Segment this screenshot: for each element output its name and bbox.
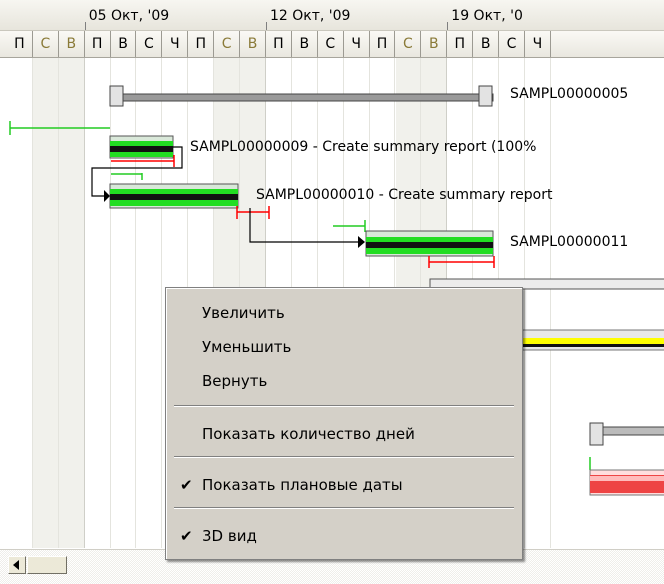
progress-indicator [9,121,110,135]
task-label: SAMPL00000011 [510,234,629,250]
task-bar-sampl11[interactable] [333,220,495,268]
task-bar-sampl10[interactable] [109,183,270,219]
task-label: SAMPL00000009 - Create summary report (1… [190,139,537,155]
menu-item-label: Показать плановые даты [202,476,403,494]
checkmark-icon: ✔ [180,527,193,545]
menu-item-show-planned-dates[interactable]: ✔ Показать плановые даты [166,470,522,500]
checkmark-icon: ✔ [180,476,193,494]
menu-item-3d-view[interactable]: ✔ 3D вид [166,521,522,551]
dependency-arrow [249,208,360,243]
menu-separator [174,405,514,407]
menu-item-label: Показать количество дней [202,425,415,443]
summary-bar-sampl05[interactable] [109,85,494,107]
scroll-left-button[interactable] [8,556,26,574]
arrow-head-icon [358,236,365,248]
menu-separator [174,456,514,458]
menu-item-label: Вернуть [202,372,268,390]
arrow-left-icon [13,560,19,570]
menu-item-zoom-out[interactable]: Уменьшить [166,332,522,362]
menu-item-label: Уменьшить [202,338,292,356]
task-bar-critical[interactable] [589,457,664,496]
task-label: SAMPL00000005 [510,86,629,102]
task-label: SAMPL00000010 - Create summary report [256,187,553,203]
task-bar-yellow[interactable] [514,329,664,351]
menu-item-zoom-in[interactable]: Увеличить [166,298,522,328]
menu-item-reset[interactable]: Вернуть [166,366,522,396]
arrow-head-icon [104,190,110,202]
menu-item-show-day-count[interactable]: Показать количество дней [166,419,522,449]
menu-item-label: 3D вид [202,527,257,545]
menu-item-label: Увеличить [202,304,285,322]
menu-separator [174,507,514,509]
scrollbar-thumb[interactable] [27,556,67,574]
context-menu: Увеличить Уменьшить Вернуть Показать кол… [165,287,523,560]
task-bar-sampl09[interactable] [109,135,175,180]
summary-bar-lower[interactable] [589,422,664,446]
